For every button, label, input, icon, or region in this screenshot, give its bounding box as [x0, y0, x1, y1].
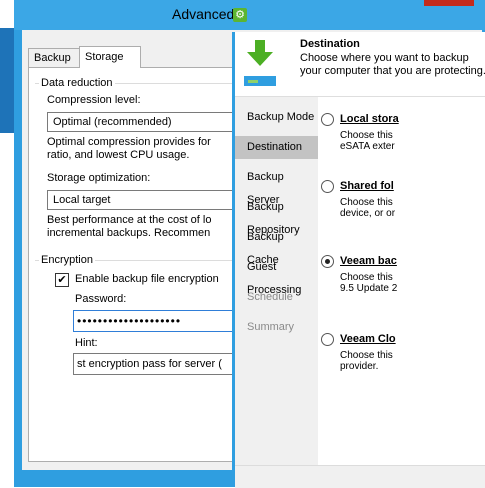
- storage-desc-line: incremental backups. Recommen: [47, 227, 211, 239]
- wizard-header: Destination Choose where you want to bac…: [235, 32, 485, 97]
- gear-icon: ⚙: [233, 8, 247, 22]
- enable-encryption-label[interactable]: Enable backup file encryption: [75, 273, 219, 285]
- compression-desc-line: ratio, and lowest CPU usage.: [47, 149, 190, 161]
- hint-label: Hint:: [75, 337, 98, 349]
- veeam-cloud-connect-radio[interactable]: [321, 333, 334, 346]
- wizard-subtitle: Choose where you want to backup your com…: [300, 52, 485, 77]
- compression-desc-line: Optimal compression provides for: [47, 136, 211, 148]
- hint-field[interactable]: st encryption pass for server (: [73, 353, 248, 375]
- tab-backup[interactable]: Backup: [28, 48, 80, 67]
- local-storage-title[interactable]: Local stora: [340, 113, 399, 125]
- storage-desc-line: Best performance at the cost of lo: [47, 214, 212, 226]
- compression-level-label: Compression level:: [47, 94, 141, 106]
- left-window-edge: [0, 28, 14, 133]
- veeam-backup-repository-radio[interactable]: [321, 255, 334, 268]
- tab-storage[interactable]: Storage: [79, 46, 141, 68]
- step-summary: Summary: [235, 316, 318, 339]
- step-label: Schedule: [247, 291, 293, 303]
- shared-folder-title[interactable]: Shared fol: [340, 180, 394, 192]
- data-reduction-label: Data reduction: [39, 77, 115, 89]
- veeam-cloud-connect-title[interactable]: Veeam Clo: [340, 333, 396, 345]
- local-storage-desc: Choose this: [340, 130, 393, 141]
- password-label: Password:: [75, 293, 127, 305]
- step-label: Destination: [247, 141, 303, 153]
- enable-encryption-checkbox[interactable]: ✔: [55, 273, 69, 287]
- close-button-edge[interactable]: [424, 0, 474, 6]
- download-arrow-icon: [244, 40, 276, 86]
- destination-options: Local stora Choose this eSATA exter Shar…: [318, 97, 485, 465]
- veeam-backup-repository-desc: Choose this: [340, 272, 393, 283]
- storage-optimization-label: Storage optimization:: [47, 172, 151, 184]
- local-storage-desc: eSATA exter: [340, 141, 395, 152]
- step-backup-repository[interactable]: Backup Repository: [235, 196, 318, 236]
- veeam-cloud-connect-desc: Choose this: [340, 350, 393, 361]
- veeam-wizard-window: Destination Choose where you want to bac…: [232, 32, 485, 488]
- wizard-footer: [235, 465, 485, 488]
- step-backup-cache[interactable]: Backup Cache: [235, 226, 318, 266]
- step-destination[interactable]: Destination: [235, 136, 318, 159]
- advanced-title-bar[interactable]: Advanced ⚙: [14, 0, 485, 30]
- step-schedule: Schedule: [235, 286, 318, 309]
- shared-folder-desc: Choose this: [340, 197, 393, 208]
- step-label: Summary: [247, 321, 295, 333]
- step-backup-mode[interactable]: Backup Mode: [235, 106, 318, 129]
- shared-folder-radio[interactable]: [321, 180, 334, 193]
- veeam-backup-repository-title[interactable]: Veeam bac: [340, 255, 397, 267]
- storage-description: Best performance at the cost of lo incre…: [47, 214, 211, 240]
- veeam-cloud-connect-desc: provider.: [340, 361, 379, 372]
- password-field[interactable]: ••••••••••••••••••••: [73, 310, 248, 332]
- advanced-window-title: Advanced: [172, 6, 235, 22]
- encryption-label: Encryption: [39, 254, 95, 266]
- step-backup-server[interactable]: Backup Server: [235, 166, 318, 206]
- wizard-steps-nav: Backup Mode Destination Backup Server Ba…: [235, 97, 318, 465]
- wizard-title: Destination: [300, 38, 360, 50]
- compression-description: Optimal compression provides for ratio, …: [47, 136, 211, 162]
- step-guest-processing[interactable]: Guest Processing: [235, 256, 318, 296]
- shared-folder-desc: device, or or: [340, 208, 396, 219]
- veeam-backup-repository-desc: 9.5 Update 2: [340, 283, 398, 294]
- step-label: Backup Mode: [247, 111, 315, 123]
- local-storage-radio[interactable]: [321, 113, 334, 126]
- storage-optimization-select[interactable]: Local target: [47, 190, 254, 210]
- compression-level-select[interactable]: Optimal (recommended): [47, 112, 254, 132]
